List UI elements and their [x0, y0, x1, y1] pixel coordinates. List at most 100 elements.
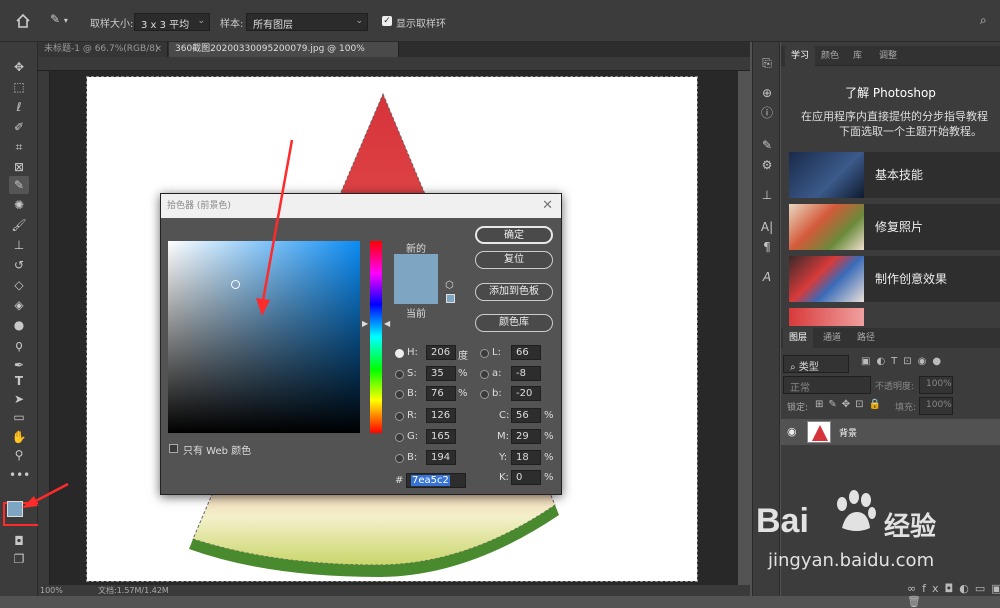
- black-field[interactable]: 0: [511, 470, 541, 485]
- sample-select[interactable]: 所有图层 ⌄: [246, 13, 368, 31]
- tab-adjustments[interactable]: 调整: [873, 46, 903, 66]
- eye-icon[interactable]: ◉: [787, 425, 797, 438]
- red-field[interactable]: 126: [426, 408, 456, 423]
- tab-channels[interactable]: 通道: [817, 328, 847, 348]
- crop-tool-icon[interactable]: ⌗: [9, 138, 29, 156]
- learn-item-fix-photos[interactable]: 修复照片: [789, 204, 1000, 250]
- info-panel-icon[interactable]: ⓘ: [757, 104, 777, 122]
- red-radio[interactable]: [395, 412, 404, 421]
- b-lab-field[interactable]: -20: [511, 386, 541, 401]
- hue-slider-handle-left[interactable]: ▶: [362, 319, 368, 328]
- type-tool-icon[interactable]: T: [9, 372, 29, 390]
- tab-document-2[interactable]: 360截图20200330095200079.jpg @ 100%(RGB/8#…: [169, 42, 399, 69]
- layer-row-background[interactable]: ◉ 背景: [781, 419, 1000, 445]
- move-tool-icon[interactable]: ✥: [9, 58, 29, 76]
- paragraph-panel-icon[interactable]: ¶: [757, 238, 777, 256]
- paint-bucket-icon[interactable]: ◈: [9, 296, 29, 314]
- cyan-field[interactable]: 56: [511, 408, 541, 423]
- saturation-field[interactable]: 35: [426, 366, 456, 381]
- blue-field[interactable]: 194: [426, 450, 456, 465]
- hue-field[interactable]: 206: [426, 345, 456, 360]
- zoom-level[interactable]: 100%: [40, 585, 63, 596]
- close-icon[interactable]: ✕: [542, 194, 553, 218]
- sample-size-select[interactable]: 3 x 3 平均 ⌄: [134, 13, 210, 31]
- color-libraries-button[interactable]: 颜色库: [475, 314, 553, 332]
- character-panel-icon[interactable]: A|: [757, 218, 777, 236]
- layer-filter-select[interactable]: ⌕ 类型: [783, 355, 849, 373]
- tab-color[interactable]: 颜色: [815, 46, 845, 66]
- eyedropper-tool-icon[interactable]: ✎: [9, 176, 29, 194]
- blue-radio[interactable]: [395, 454, 404, 463]
- learn-item-creative-effects[interactable]: 制作创意效果: [789, 256, 1000, 302]
- quick-select-tool-icon[interactable]: ✐: [9, 118, 29, 136]
- fill-field[interactable]: 100%: [919, 397, 953, 415]
- opacity-field[interactable]: 100%: [919, 376, 953, 394]
- saturation-radio[interactable]: [395, 370, 404, 379]
- b-lab-label: b:: [492, 388, 502, 399]
- frame-tool-icon[interactable]: ⊠: [9, 158, 29, 176]
- ok-button[interactable]: 确定: [475, 226, 553, 244]
- foreground-color-swatch[interactable]: [7, 501, 23, 517]
- yellow-unit: %: [544, 452, 554, 463]
- lasso-tool-icon[interactable]: ℓ: [9, 98, 29, 116]
- options-bar: ✎ ▾ 取样大小: 3 x 3 平均 ⌄ 样本: 所有图层 ⌄ ✓ 显示取样环 ⌕: [0, 0, 1000, 42]
- eyedropper-tool-preset-icon[interactable]: ✎ ▾: [50, 12, 78, 30]
- show-ring-label: 显示取样环: [396, 19, 446, 30]
- glyphs-panel-icon[interactable]: A: [757, 268, 777, 286]
- healing-brush-icon[interactable]: ✺: [9, 196, 29, 214]
- b-lab-radio[interactable]: [480, 390, 489, 399]
- hue-radio[interactable]: [395, 349, 404, 358]
- web-only-checkbox[interactable]: [169, 444, 178, 453]
- a-radio[interactable]: [480, 370, 489, 379]
- tab-document-1[interactable]: 未标题-1 @ 66.7%(RGB/8) ×: [38, 42, 168, 57]
- show-ring-checkbox[interactable]: ✓: [382, 16, 392, 26]
- search-icon[interactable]: ⌕: [980, 13, 987, 28]
- yellow-field[interactable]: 18: [511, 450, 541, 465]
- web-color-swatch[interactable]: [446, 294, 455, 303]
- green-field[interactable]: 165: [426, 429, 456, 444]
- quick-mask-icon[interactable]: ◘: [9, 532, 29, 550]
- blur-tool-icon[interactable]: ●: [9, 316, 29, 334]
- rectangle-tool-icon[interactable]: ▭: [9, 408, 29, 426]
- magenta-field[interactable]: 29: [511, 429, 541, 444]
- cube-warning-icon[interactable]: ⬡: [445, 280, 454, 291]
- tab-library[interactable]: 库: [847, 46, 868, 66]
- history-brush-icon[interactable]: ↺: [9, 256, 29, 274]
- stamp-tool-icon[interactable]: ⊥: [9, 236, 29, 254]
- l-radio[interactable]: [480, 349, 489, 358]
- screen-mode-icon[interactable]: ❐: [9, 550, 29, 568]
- marquee-tool-icon[interactable]: ⬚: [9, 78, 29, 96]
- add-to-swatches-button[interactable]: 添加到色板: [475, 283, 553, 301]
- l-field[interactable]: 66: [511, 345, 541, 360]
- path-select-icon[interactable]: ➤: [9, 390, 29, 408]
- color-picker-cursor[interactable]: [231, 280, 240, 289]
- brush-panel-icon[interactable]: ✎: [757, 136, 777, 154]
- blend-mode-select[interactable]: 正常: [783, 376, 871, 394]
- saturation-brightness-field[interactable]: [168, 241, 360, 433]
- adjust-panel-icon[interactable]: ⚙: [757, 156, 777, 174]
- hue-slider[interactable]: [370, 241, 382, 433]
- zoom-tool-icon[interactable]: ⚲: [9, 446, 29, 464]
- brightness-field[interactable]: 76: [426, 386, 456, 401]
- tab-paths[interactable]: 路径: [851, 328, 881, 348]
- reset-button[interactable]: 复位: [475, 251, 553, 269]
- navigator-panel-icon[interactable]: ⊕: [757, 84, 777, 102]
- tab-layers[interactable]: 图层: [783, 328, 814, 348]
- dodge-tool-icon[interactable]: ϙ: [9, 336, 29, 354]
- more-tools-icon[interactable]: •••: [9, 466, 30, 484]
- learn-item-basic-skills[interactable]: 基本技能: [789, 152, 1000, 198]
- hand-tool-icon[interactable]: ✋: [9, 428, 29, 446]
- history-panel-icon[interactable]: ⎘: [757, 54, 777, 72]
- eraser-tool-icon[interactable]: ◇: [9, 276, 29, 294]
- brightness-radio[interactable]: [395, 390, 404, 399]
- hue-slider-handle-right[interactable]: ◀: [384, 319, 390, 328]
- tab-learn[interactable]: 学习: [785, 46, 816, 66]
- home-icon[interactable]: [14, 12, 32, 30]
- green-radio[interactable]: [395, 433, 404, 442]
- hex-field[interactable]: 7ea5c2: [406, 473, 466, 488]
- close-icon[interactable]: ×: [154, 42, 162, 57]
- brush-tool-icon[interactable]: 🖌: [9, 216, 29, 234]
- color-picker-dialog: 拾色器 (前景色) ✕ ▶ ◀ 新的 ⬡ 当前 确定 复位 添加到色板 颜色库 …: [160, 193, 562, 495]
- a-field[interactable]: -8: [511, 366, 541, 381]
- clone-source-icon[interactable]: ⊥: [757, 186, 777, 204]
